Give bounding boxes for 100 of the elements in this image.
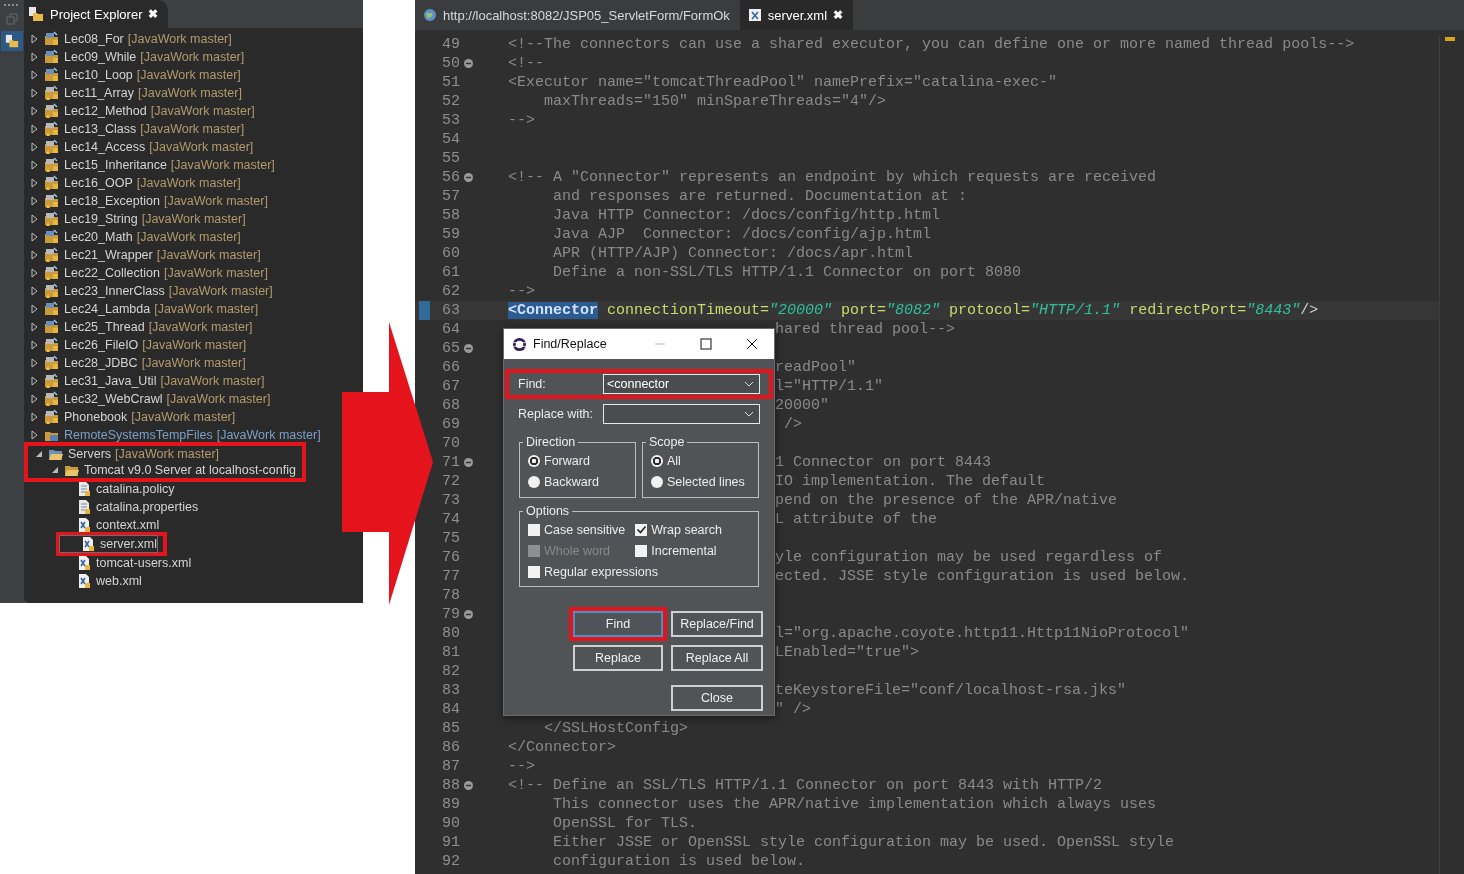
line-number: 81 — [441, 644, 460, 661]
tree-item-label[interactable]: Lec14_Access — [64, 140, 146, 154]
dialog-button[interactable]: Replace — [573, 645, 663, 671]
collapse-icon[interactable] — [464, 59, 473, 68]
dialog-button[interactable]: Close — [671, 685, 763, 711]
tree-item-label[interactable]: Lec15_Inheritance — [64, 158, 167, 172]
tree-item-label[interactable]: Lec16_OOP — [64, 176, 133, 190]
tree-item-label[interactable]: Lec20_Math — [64, 230, 133, 244]
collapse-icon[interactable] — [464, 610, 473, 619]
expand-arrow-icon[interactable] — [30, 124, 40, 134]
combo-field[interactable]: <connector — [603, 374, 760, 394]
editor-tab[interactable]: http://localhost:8082/JSP05_ServletForm/FormOk — [415, 0, 740, 30]
collapse-arrow-icon[interactable] — [50, 465, 60, 475]
close-icon[interactable] — [746, 338, 758, 350]
maximize-icon[interactable] — [700, 338, 712, 350]
project-icon — [44, 247, 60, 263]
radio-button[interactable]: Selected lines — [651, 471, 750, 492]
overview-marker[interactable] — [1445, 37, 1455, 41]
expand-arrow-icon[interactable] — [30, 430, 40, 440]
expand-arrow-icon[interactable] — [30, 322, 40, 332]
expand-arrow-icon[interactable] — [30, 178, 40, 188]
expand-arrow-icon[interactable] — [30, 304, 40, 314]
expand-arrow-icon[interactable] — [30, 214, 40, 224]
view-tab[interactable]: Project Explorer ✖ — [24, 0, 169, 28]
tree-item-label[interactable]: tomcat-users.xml — [96, 556, 192, 570]
tree-item-label[interactable]: Lec13_Class — [64, 122, 137, 136]
expand-arrow-icon[interactable] — [30, 286, 40, 296]
tree-item-label[interactable]: Servers — [68, 447, 112, 461]
collapse-icon[interactable] — [464, 173, 473, 182]
collapse-arrow-icon[interactable] — [34, 449, 44, 459]
expand-arrow-icon[interactable] — [30, 88, 40, 98]
code-line: maxThreads="150" minSpareThreads="4"/> — [543, 93, 887, 110]
tree-item-label[interactable]: Lec32_WebCrawl — [64, 392, 163, 406]
tree-item-label[interactable]: context.xml — [96, 518, 160, 532]
project-icon — [44, 49, 60, 65]
line-number: 68 — [441, 397, 460, 414]
project-explorer-button[interactable] — [1, 31, 23, 51]
tree-item-label[interactable]: Lec12_Method — [64, 104, 147, 118]
expand-arrow-icon[interactable] — [30, 358, 40, 368]
expand-arrow-icon[interactable] — [30, 376, 40, 386]
repo-decoration: [JavaWork master] — [163, 194, 268, 208]
expand-arrow-icon[interactable] — [30, 394, 40, 404]
tree-item-label[interactable]: Lec25_Thread — [64, 320, 145, 334]
expand-arrow-icon[interactable] — [30, 196, 40, 206]
tree-item-label[interactable]: Lec26_FileIO — [64, 338, 139, 352]
selected-tree-row[interactable]: server.xml — [60, 536, 157, 552]
expand-arrow-icon[interactable] — [30, 412, 40, 422]
expand-arrow-icon[interactable] — [30, 34, 40, 44]
tree-item-label[interactable]: Lec24_Lambda — [64, 302, 151, 316]
checkbox[interactable]: Case sensitive — [528, 519, 626, 540]
tree-item-label[interactable]: Lec23_InnerClass — [64, 284, 165, 298]
tree-item-label[interactable]: RemoteSystemsTempFiles — [64, 428, 213, 442]
tree-item-label[interactable]: Lec22_Collection — [64, 266, 160, 280]
close-button[interactable]: ✖ — [148, 7, 159, 21]
tree-item-label[interactable]: catalina.policy — [96, 482, 175, 496]
radio-button[interactable]: Forward — [528, 450, 627, 471]
repo-decoration: [JavaWork master] — [170, 158, 275, 172]
tree-item-label[interactable]: Tomcat v9.0 Server at localhost-config — [84, 463, 296, 477]
tree-item-label[interactable]: Lec31_Java_Util — [64, 374, 157, 388]
expand-arrow-icon[interactable] — [30, 268, 40, 278]
file-icon — [76, 499, 92, 515]
tree-item-label[interactable]: Lec21_Wrapper — [64, 248, 153, 262]
repo-decoration: [JavaWork master] — [163, 266, 268, 280]
expand-arrow-icon[interactable] — [30, 106, 40, 116]
expand-arrow-icon[interactable] — [30, 52, 40, 62]
radio-button[interactable]: All — [651, 450, 750, 471]
close-button[interactable]: ✖ — [833, 8, 844, 22]
checkbox[interactable]: Regular expressions — [528, 561, 722, 582]
collapse-icon[interactable] — [464, 344, 473, 353]
line-number: 70 — [441, 435, 460, 452]
editor-tab[interactable]: server.xml ✖ — [739, 0, 854, 30]
dialog-button[interactable]: Replace All — [671, 645, 763, 671]
tree-item-label[interactable]: Lec18_Exception — [64, 194, 160, 208]
tree-item-label[interactable]: server.xml — [100, 537, 157, 551]
combo-field[interactable] — [603, 404, 760, 424]
dialog-button[interactable]: Find — [573, 611, 663, 637]
tree-item-label[interactable]: Lec19_String — [64, 212, 138, 226]
tree-item-label[interactable]: Lec11_Array — [64, 86, 134, 100]
tree-item-label[interactable]: catalina.properties — [96, 500, 199, 514]
tree-item-label[interactable]: Phonebook — [64, 410, 128, 424]
expand-arrow-icon[interactable] — [30, 70, 40, 80]
tree-item-label[interactable]: web.xml — [96, 574, 142, 588]
tree-item-label[interactable]: Lec28_JDBC — [64, 356, 138, 370]
tree-item-label[interactable]: Lec09_While — [64, 50, 137, 64]
collapse-icon[interactable] — [464, 458, 473, 467]
checkbox[interactable]: Incremental — [635, 540, 722, 561]
expand-arrow-icon[interactable] — [30, 160, 40, 170]
expand-arrow-icon[interactable] — [30, 340, 40, 350]
repo-decoration: [JavaWork master] — [216, 428, 321, 442]
radio-button[interactable]: Backward — [528, 471, 627, 492]
dialog-button[interactable]: Replace/Find — [671, 611, 763, 637]
project-icon — [44, 337, 60, 353]
expand-arrow-icon[interactable] — [30, 142, 40, 152]
tree-item-label[interactable]: Lec08_For — [64, 32, 124, 46]
line-number: 49 — [441, 36, 460, 53]
tree-item-label[interactable]: Lec10_Loop — [64, 68, 133, 82]
collapse-icon[interactable] — [464, 781, 473, 790]
expand-arrow-icon[interactable] — [30, 250, 40, 260]
expand-arrow-icon[interactable] — [30, 232, 40, 242]
checkbox[interactable]: Wrap search — [635, 519, 722, 540]
